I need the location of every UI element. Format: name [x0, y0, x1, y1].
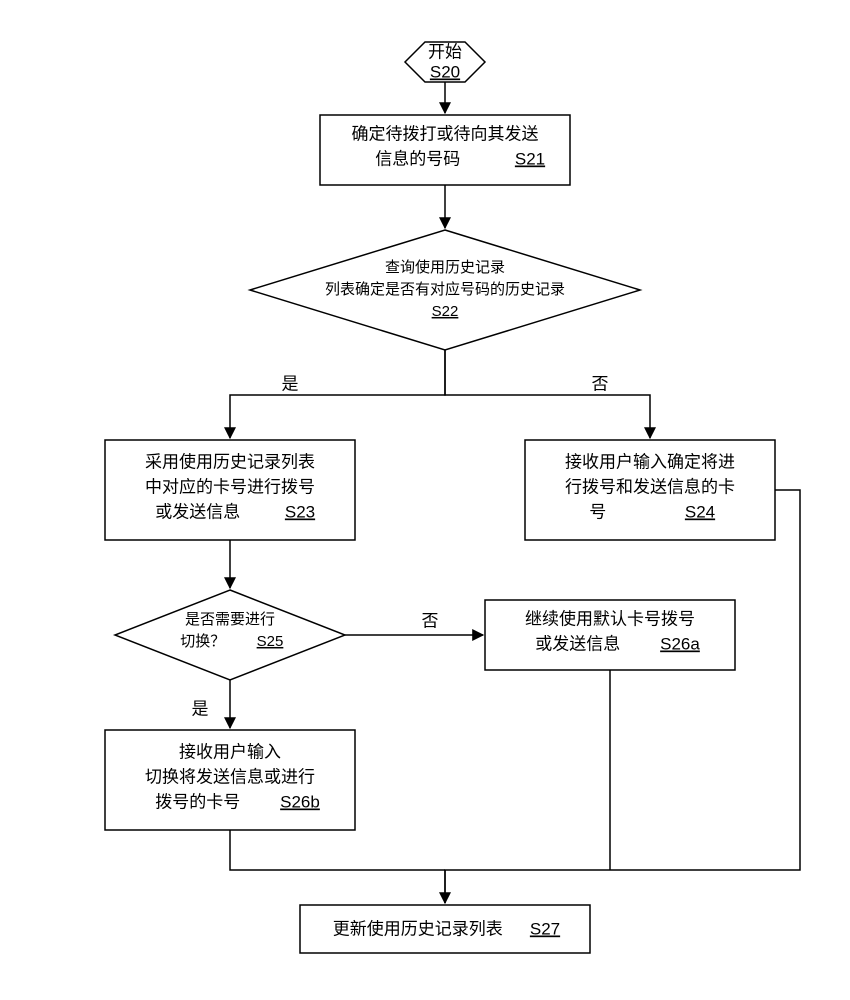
- s22-id: S22: [432, 303, 459, 320]
- s23-id: S23: [285, 502, 315, 521]
- s22-line1: 查询使用历史记录: [385, 259, 505, 276]
- edge-s25-no: 否: [345, 611, 483, 635]
- flowchart: 开始 S20 确定待拨打或待向其发送 信息的号码 S21 查询使用历史记录 列表…: [0, 0, 850, 1000]
- node-s22-decision: 查询使用历史记录 列表确定是否有对应号码的历史记录 S22: [250, 230, 640, 350]
- node-s25-decision: 是否需要进行 切换？ S25: [115, 590, 345, 680]
- node-start: 开始 S20: [405, 42, 485, 82]
- svg-text:或发送信息 S23: 或发送信息 S23: [155, 500, 315, 521]
- s26b-line2: 切换将发送信息或进行: [145, 767, 315, 786]
- s23-line1: 采用使用历史记录列表: [145, 451, 315, 471]
- edge-s22-yes: 是: [230, 350, 445, 438]
- s26b-line1: 接收用户输入: [179, 742, 281, 761]
- s22-line2: 列表确定是否有对应号码的历史记录: [325, 280, 565, 298]
- label-s22-no: 否: [592, 374, 609, 393]
- s24-line2: 行拨号和发送信息的卡: [565, 477, 735, 496]
- s21-line2: 信息的号码: [375, 149, 460, 168]
- svg-text:拨号的卡号 S26b: 拨号的卡号 S26b: [155, 790, 320, 811]
- s26b-line3: 拨号的卡号: [155, 792, 240, 811]
- node-s23: 采用使用历史记录列表 中对应的卡号进行拨号 或发送信息 S23: [105, 440, 355, 540]
- s26a-line2: 或发送信息: [535, 634, 620, 653]
- edge-s25-yes: 是: [192, 680, 231, 728]
- edge-s22-no: 否: [445, 350, 650, 438]
- start-label: 开始: [428, 42, 462, 61]
- label-s25-no: 否: [422, 611, 439, 630]
- s25-id: S25: [257, 633, 284, 650]
- s24-line3: 号: [589, 502, 606, 521]
- node-s26b: 接收用户输入 切换将发送信息或进行 拨号的卡号 S26b: [105, 730, 355, 830]
- s27-id: S27: [530, 919, 560, 938]
- node-s21: 确定待拨打或待向其发送 信息的号码 S21: [320, 115, 570, 185]
- node-s26a: 继续使用默认卡号拨号 或发送信息 S26a: [485, 600, 735, 670]
- label-s22-yes: 是: [282, 374, 299, 393]
- s23-line2: 中对应的卡号进行拨号: [145, 477, 315, 496]
- s26a-line1: 继续使用默认卡号拨号: [525, 608, 695, 628]
- node-s27: 更新使用历史记录列表 S27: [300, 905, 590, 953]
- s23-line3: 或发送信息: [155, 502, 240, 521]
- s21-id: S21: [515, 149, 545, 168]
- node-s24: 接收用户输入确定将进 行拨号和发送信息的卡 号 S24: [525, 440, 775, 540]
- edge-s24-s27-part: [445, 490, 800, 903]
- s25-line2: 切换？: [180, 633, 225, 650]
- edge-s26b-s27-part: [230, 830, 445, 870]
- s26a-id: S26a: [660, 634, 700, 653]
- s27-line1: 更新使用历史记录列表: [333, 918, 503, 938]
- s25-line1: 是否需要进行: [185, 611, 275, 628]
- label-s25-yes: 是: [192, 699, 209, 718]
- svg-text:或发送信息 S26a: 或发送信息 S26a: [535, 632, 700, 653]
- svg-text:信息的号码 S21: 信息的号码 S21: [375, 147, 545, 168]
- s24-id: S24: [685, 502, 715, 521]
- s24-line1: 接收用户输入确定将进: [565, 452, 735, 471]
- start-id: S20: [430, 62, 460, 81]
- s21-line1: 确定待拨打或待向其发送: [352, 124, 539, 143]
- s26b-id: S26b: [280, 792, 320, 811]
